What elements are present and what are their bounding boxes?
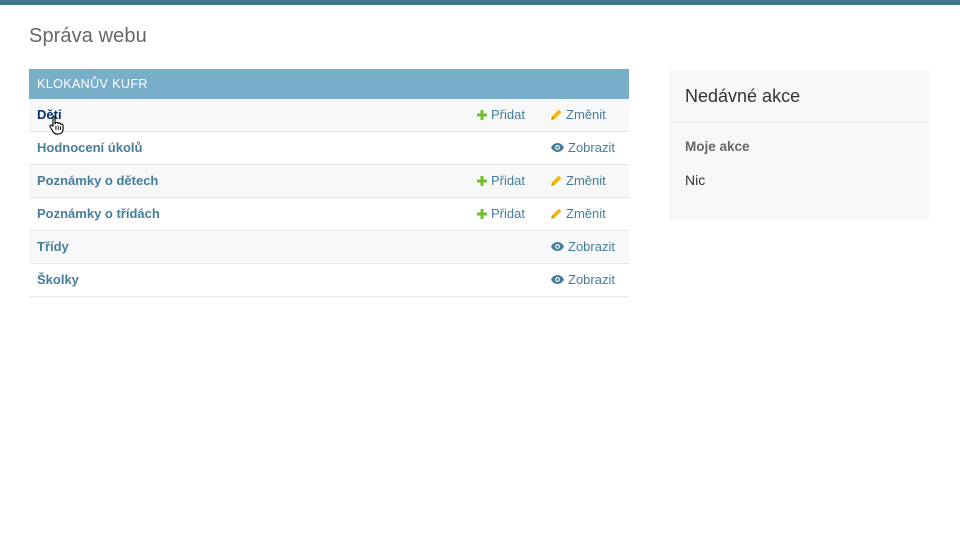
view-link-tridy[interactable]: Zobrazit bbox=[551, 231, 615, 263]
plus-icon bbox=[477, 175, 487, 186]
app-module-klokanuv-kufr: Klokanův kufr Děti Přidat Změnit Hodnoce… bbox=[29, 69, 629, 297]
pencil-icon bbox=[551, 109, 562, 120]
page-title: Správa webu bbox=[29, 25, 147, 47]
recent-actions-title: Nedávné akce bbox=[669, 69, 929, 123]
change-link-poznamky-o-detech[interactable]: Změnit bbox=[551, 165, 606, 197]
model-row-deti: Děti Přidat Změnit bbox=[29, 99, 629, 132]
model-row-poznamky-o-tridach: Poznámky o třídách Přidat Změnit bbox=[29, 198, 629, 231]
header-bar bbox=[0, 0, 960, 5]
recent-actions-panel: Nedávné akce Moje akce Nic bbox=[669, 69, 929, 220]
add-link-label: Přidat bbox=[491, 107, 525, 122]
hand-pointer-cursor-icon bbox=[49, 115, 64, 135]
change-link-poznamky-o-tridach[interactable]: Změnit bbox=[551, 198, 606, 230]
model-link-tridy[interactable]: Třídy bbox=[37, 231, 69, 263]
eye-icon bbox=[551, 275, 564, 285]
model-row-poznamky-o-detech: Poznámky o dětech Přidat Změnit bbox=[29, 165, 629, 198]
eye-icon bbox=[551, 242, 564, 252]
module-caption[interactable]: Klokanův kufr bbox=[29, 69, 629, 99]
model-link-poznamky-o-detech[interactable]: Poznámky o dětech bbox=[37, 165, 158, 197]
model-row-skolky: Školky Zobrazit bbox=[29, 264, 629, 297]
my-actions-heading: Moje akce bbox=[685, 139, 750, 154]
plus-icon bbox=[477, 109, 487, 120]
model-row-hodnoceni-ukolu: Hodnocení úkolů Zobrazit bbox=[29, 132, 629, 165]
model-list: Děti Přidat Změnit Hodnocení úkolů Zobra… bbox=[29, 99, 629, 297]
model-link-hodnoceni-ukolu[interactable]: Hodnocení úkolů bbox=[37, 132, 142, 164]
model-link-skolky[interactable]: Školky bbox=[37, 264, 79, 296]
change-link-label: Změnit bbox=[566, 107, 606, 122]
view-link-hodnoceni-ukolu[interactable]: Zobrazit bbox=[551, 132, 615, 164]
add-link-deti[interactable]: Přidat bbox=[477, 99, 525, 131]
change-link-deti[interactable]: Změnit bbox=[551, 99, 606, 131]
pencil-icon bbox=[551, 208, 562, 219]
add-link-label: Přidat bbox=[491, 206, 525, 221]
recent-actions-empty: Nic bbox=[685, 172, 706, 188]
view-link-label: Zobrazit bbox=[568, 272, 615, 287]
view-link-label: Zobrazit bbox=[568, 239, 615, 254]
view-link-label: Zobrazit bbox=[568, 140, 615, 155]
add-link-poznamky-o-detech[interactable]: Přidat bbox=[477, 165, 525, 197]
add-link-poznamky-o-tridach[interactable]: Přidat bbox=[477, 198, 525, 230]
model-link-poznamky-o-tridach[interactable]: Poznámky o třídách bbox=[37, 198, 160, 230]
view-link-skolky[interactable]: Zobrazit bbox=[551, 264, 615, 296]
add-link-label: Přidat bbox=[491, 173, 525, 188]
change-link-label: Změnit bbox=[566, 173, 606, 188]
model-row-tridy: Třídy Zobrazit bbox=[29, 231, 629, 264]
plus-icon bbox=[477, 208, 487, 219]
eye-icon bbox=[551, 143, 564, 153]
pencil-icon bbox=[551, 175, 562, 186]
change-link-label: Změnit bbox=[566, 206, 606, 221]
